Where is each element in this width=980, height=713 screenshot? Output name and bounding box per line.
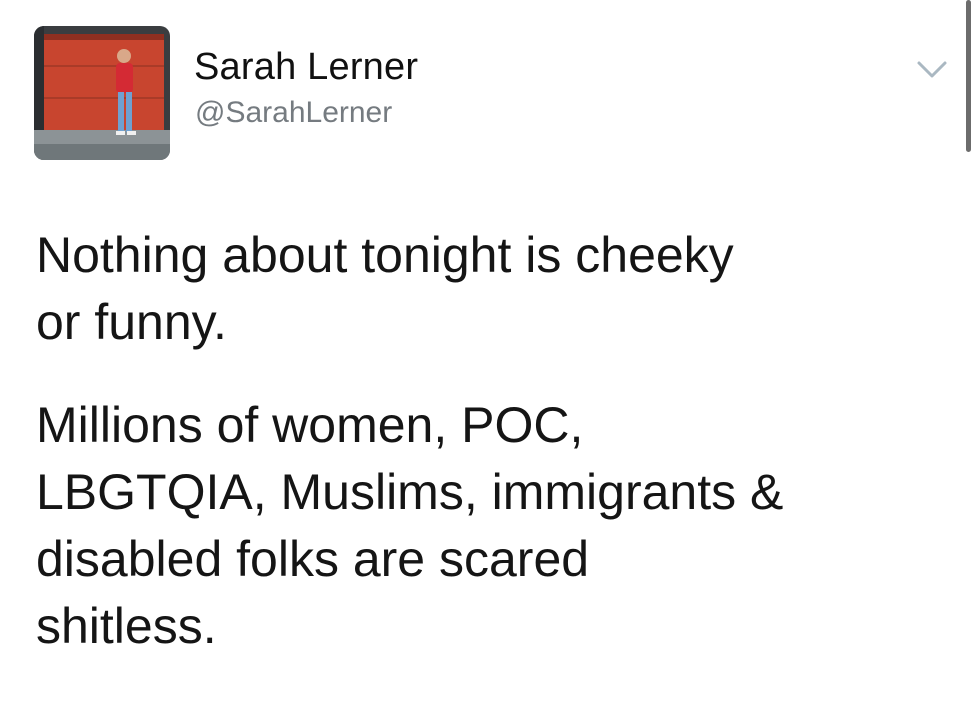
tweet-line: shitless. bbox=[36, 598, 217, 654]
tweet-line: LBGTQIA, Muslims, immigrants & bbox=[36, 464, 784, 520]
tweet-text: Nothing about tonight is cheeky or funny… bbox=[36, 222, 936, 660]
profile-photo bbox=[34, 26, 170, 160]
tweet-line: Nothing about tonight is cheeky bbox=[36, 227, 734, 283]
tweet-paragraph: Millions of women, POC, LBGTQIA, Muslims… bbox=[36, 392, 936, 660]
avatar[interactable] bbox=[34, 26, 170, 160]
user-handle[interactable]: @SarahLerner bbox=[195, 96, 392, 130]
tweet-line: or funny. bbox=[36, 294, 227, 350]
user-display-name[interactable]: Sarah Lerner bbox=[194, 46, 418, 89]
scrollbar[interactable] bbox=[966, 0, 971, 152]
tweet-line: Millions of women, POC, bbox=[36, 397, 584, 453]
tweet-card: Sarah Lerner @SarahLerner Nothing about … bbox=[0, 0, 980, 713]
tweet-line: disabled folks are scared bbox=[36, 531, 590, 587]
chevron-down-icon[interactable] bbox=[915, 58, 949, 82]
tweet-paragraph: Nothing about tonight is cheeky or funny… bbox=[36, 222, 936, 356]
